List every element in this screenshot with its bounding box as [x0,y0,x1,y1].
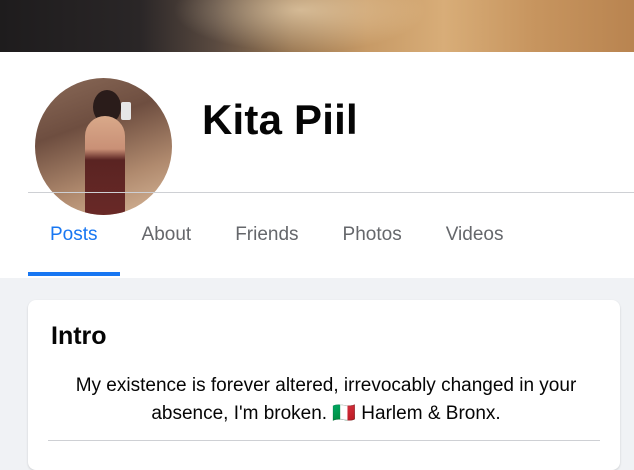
profile-tabs: Posts About Friends Photos Videos [28,193,525,278]
tab-about[interactable]: About [120,193,214,276]
profile-header: Kita Piil Posts About Friends Photos Vid… [0,52,634,278]
profile-name: Kita Piil [202,96,358,143]
tab-posts[interactable]: Posts [28,193,120,276]
intro-divider [48,440,600,441]
tab-friends[interactable]: Friends [213,193,320,276]
tab-videos[interactable]: Videos [424,193,526,276]
avatar-phone [121,102,131,120]
intro-title: Intro [51,322,107,350]
cover-photo[interactable] [0,0,634,52]
tab-photos[interactable]: Photos [321,193,424,276]
intro-card: Intro My existence is forever altered, i… [28,300,620,470]
intro-bio: My existence is forever altered, irrevoc… [75,375,577,424]
